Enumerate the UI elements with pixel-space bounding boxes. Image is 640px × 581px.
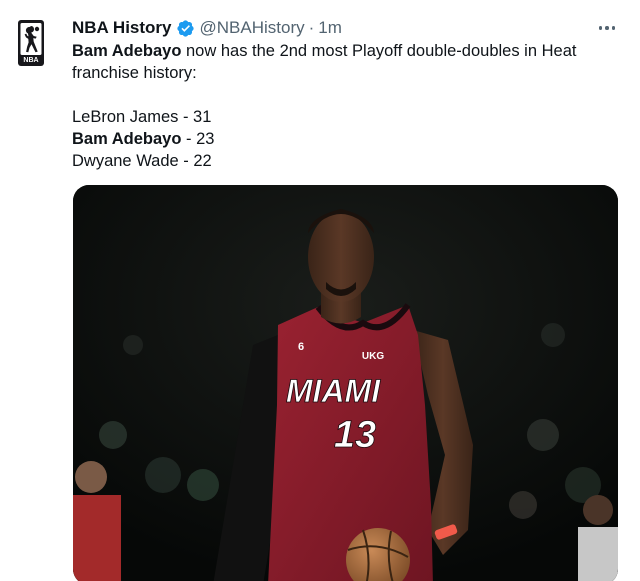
jersey-team-text: MIAMI [286,373,381,409]
jersey-number: 13 [334,414,376,456]
list-item-value: - 31 [178,108,212,126]
tweet-timestamp[interactable]: 1m [318,18,342,38]
list-item-name: Dwyane Wade [72,152,179,170]
separator-dot: · [308,18,315,37]
tweet-headline: Bam Adebayo now has the 2nd most Playoff… [72,40,618,84]
jersey-patch-number: 6 [298,341,304,353]
nba-logo-icon[interactable]: NBA [18,20,44,66]
svg-text:NBA: NBA [23,57,38,64]
verified-badge-icon [176,19,195,38]
tweet-photo[interactable]: MIAMI 13 6 UKG [73,185,618,581]
tweet[interactable]: NBA NBA History @NBAHistory · 1m Bam Ade… [0,0,640,581]
jersey-sponsor: UKG [362,351,384,362]
tweet-text: Bam Adebayo now has the 2nd most Playoff… [72,40,618,172]
list-item: Dwyane Wade - 22 [72,150,618,172]
list-item-value: - 22 [178,152,212,170]
list-item: LeBron James - 31 [72,106,618,128]
author-handle[interactable]: @NBAHistory [200,18,305,38]
player-mention: Bam Adebayo [72,42,182,60]
list-item-name: LeBron James [72,108,179,126]
list-item: Bam Adebayo - 23 [72,128,618,150]
tweet-header: NBA History @NBAHistory · 1m [72,16,342,40]
list-item-name: Bam Adebayo [72,130,182,148]
author-name[interactable]: NBA History [72,18,172,38]
list-item-value: - 23 [181,130,215,148]
more-options-icon[interactable] [594,16,620,40]
